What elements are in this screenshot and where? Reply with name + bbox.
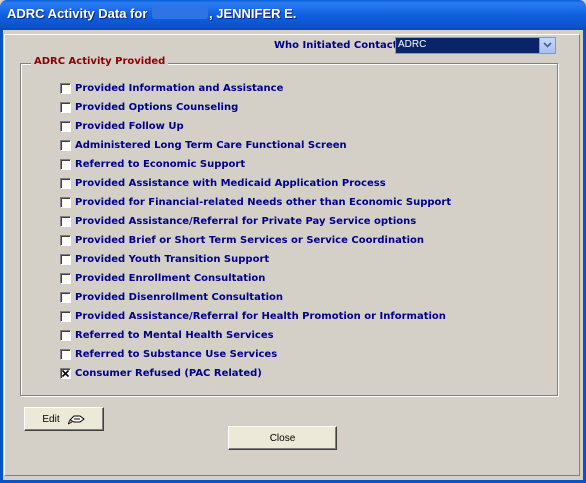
- activity-row[interactable]: Provided Brief or Short Term Services or…: [60, 234, 424, 247]
- activity-row[interactable]: Provided Enrollment Consultation: [60, 272, 265, 285]
- pencil-hand-icon: [67, 415, 85, 425]
- activity-label: Consumer Refused (PAC Related): [75, 368, 262, 379]
- activity-checkbox[interactable]: [60, 140, 71, 151]
- activity-checkbox[interactable]: [60, 273, 71, 284]
- activity-checkbox[interactable]: [60, 311, 71, 322]
- activity-checkbox[interactable]: [60, 159, 71, 170]
- activity-group-legend: ADRC Activity Provided: [31, 56, 169, 67]
- activity-label: Provided Options Counseling: [75, 102, 239, 113]
- edit-button[interactable]: Edit: [24, 407, 104, 431]
- activity-label: Provided Enrollment Consultation: [75, 273, 266, 284]
- activity-row[interactable]: Provided Assistance with Medicaid Applic…: [60, 177, 386, 190]
- activity-label: Provided Assistance with Medicaid Applic…: [75, 178, 386, 189]
- activity-checkbox[interactable]: [60, 178, 71, 189]
- activity-checkbox[interactable]: [60, 368, 71, 379]
- activity-checkbox[interactable]: [60, 330, 71, 341]
- activity-checkbox[interactable]: [60, 216, 71, 227]
- edit-button-label: Edit: [42, 413, 60, 425]
- title-prefix: ADRC Activity Data for: [7, 6, 148, 21]
- close-button-label: Close: [269, 432, 296, 444]
- who-initiated-contact-label: Who Initiated Contact: [274, 40, 398, 51]
- activity-label: Provided Youth Transition Support: [75, 254, 270, 265]
- checkmark-icon: [62, 370, 69, 377]
- chevron-down-icon: [543, 42, 552, 48]
- activity-row[interactable]: Provided for Financial-related Needs oth…: [60, 196, 451, 209]
- dropdown-button[interactable]: [539, 38, 555, 53]
- activity-label: Provided for Financial-related Needs oth…: [75, 197, 452, 208]
- activity-label: Provided Assistance/Referral for Health …: [75, 311, 446, 322]
- activity-label: Provided Follow Up: [75, 121, 184, 132]
- activity-label: Referred to Mental Health Services: [75, 330, 274, 341]
- activity-label: Referred to Substance Use Services: [75, 349, 278, 360]
- activity-checkbox[interactable]: [60, 121, 71, 132]
- activity-label: Provided Assistance/Referral for Private…: [75, 216, 417, 227]
- activity-row[interactable]: Administered Long Term Care Functional S…: [60, 139, 347, 152]
- activity-checkbox[interactable]: [60, 235, 71, 246]
- activity-row[interactable]: Provided Assistance/Referral for Health …: [60, 310, 446, 323]
- activity-row[interactable]: Referred to Mental Health Services: [60, 329, 274, 342]
- close-button[interactable]: Close: [228, 426, 337, 450]
- title-bar[interactable]: ADRC Activity Data for , JENNIFER E.: [0, 0, 586, 30]
- activity-row[interactable]: Provided Youth Transition Support: [60, 253, 269, 266]
- activity-row[interactable]: Provided Assistance/Referral for Private…: [60, 215, 416, 228]
- activity-checkbox[interactable]: [60, 254, 71, 265]
- activity-row[interactable]: Consumer Refused (PAC Related): [60, 367, 262, 380]
- who-initiated-contact-value: ADRC: [398, 39, 427, 50]
- activity-row[interactable]: Provided Information and Assistance: [60, 82, 283, 95]
- activity-checkbox[interactable]: [60, 102, 71, 113]
- activity-row[interactable]: Referred to Substance Use Services: [60, 348, 277, 361]
- activity-checkbox[interactable]: [60, 292, 71, 303]
- activity-label: Provided Information and Assistance: [75, 83, 284, 94]
- activity-row[interactable]: Referred to Economic Support: [60, 158, 245, 171]
- activity-checkbox[interactable]: [60, 197, 71, 208]
- title-suffix: , JENNIFER E.: [209, 6, 297, 21]
- redacted-name: [152, 6, 208, 19]
- activity-checkbox[interactable]: [60, 83, 71, 94]
- activity-checkbox[interactable]: [60, 349, 71, 360]
- activity-label: Provided Disenrollment Consultation: [75, 292, 284, 303]
- activity-label: Referred to Economic Support: [75, 159, 246, 170]
- activity-label: Administered Long Term Care Functional S…: [75, 140, 347, 151]
- activity-row[interactable]: Provided Options Counseling: [60, 101, 238, 114]
- activity-row[interactable]: Provided Follow Up: [60, 120, 184, 133]
- window-title: ADRC Activity Data for , JENNIFER E.: [7, 6, 296, 21]
- who-initiated-contact-select[interactable]: ADRC: [395, 37, 556, 54]
- activity-row[interactable]: Provided Disenrollment Consultation: [60, 291, 283, 304]
- activity-label: Provided Brief or Short Term Services or…: [75, 235, 425, 246]
